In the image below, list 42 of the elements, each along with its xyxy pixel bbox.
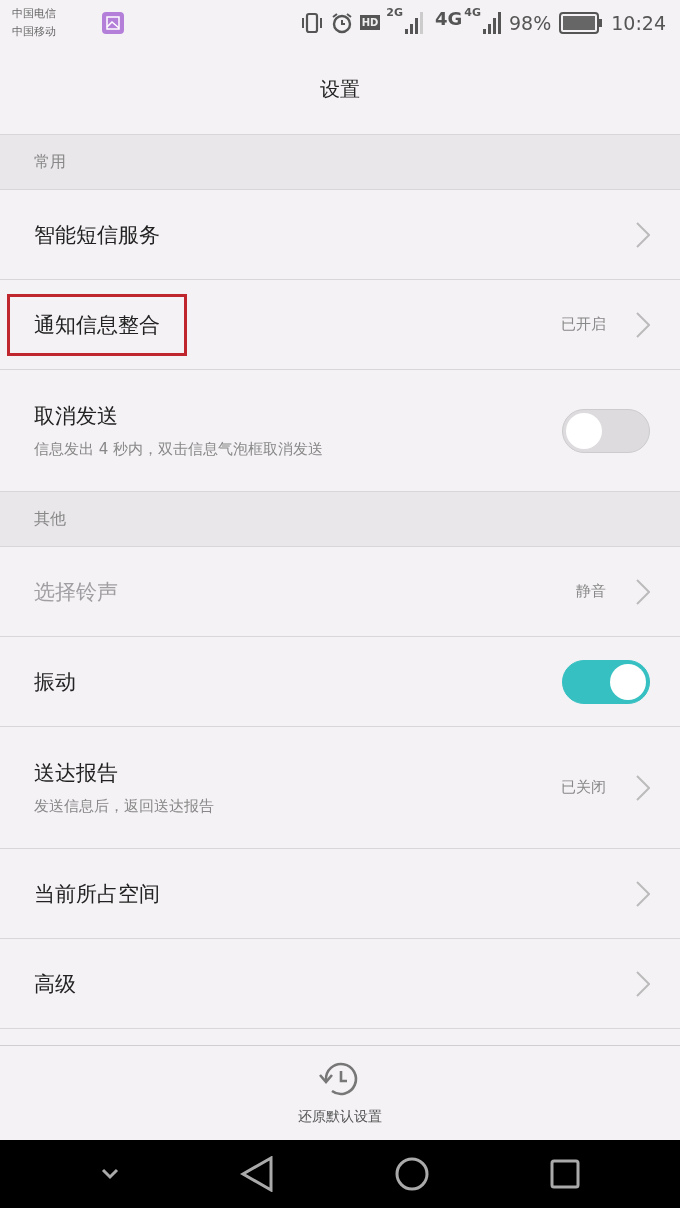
setting-description: 发送信息后，返回送达报告: [34, 797, 214, 816]
chevron-icon: [636, 311, 650, 338]
chevron-icon: [636, 578, 650, 605]
setting-label: 通知信息整合: [10, 296, 184, 353]
setting-label: 取消发送: [34, 403, 118, 430]
toggle-switch[interactable]: [562, 659, 650, 704]
setting-label: 振动: [34, 668, 76, 696]
carrier-name: 中国电信: [12, 5, 56, 22]
vibrate-icon: [299, 10, 324, 35]
network-type: 2G: [386, 6, 403, 19]
setting-description: 信息发出 4 秒内，双击信息气泡框取消发送: [34, 440, 324, 459]
network-type: 4G: [435, 8, 463, 29]
setting-value: 静音: [576, 582, 606, 601]
clock: 10:24: [611, 11, 666, 34]
setting-value: 已开启: [561, 315, 606, 334]
gallery-icon: [102, 11, 124, 34]
chevron-icon: [636, 880, 650, 907]
signal-icon: [483, 11, 501, 34]
setting-value: 已关闭: [561, 778, 606, 797]
battery-percent: 98%: [509, 11, 552, 34]
section-header: 常用: [0, 135, 680, 190]
chevron-icon: [636, 774, 650, 801]
setting-label: 当前所占空间: [34, 880, 160, 908]
signal-icon: [405, 11, 423, 34]
hide-nav-icon[interactable]: [100, 1168, 119, 1180]
restore-defaults-button[interactable]: 还原默认设置: [292, 1054, 388, 1132]
back-icon[interactable]: [239, 1156, 274, 1192]
setting-label: 智能短信服务: [34, 221, 160, 249]
network-type: 4G: [464, 6, 481, 19]
setting-label: 高级: [34, 970, 76, 998]
toggle-switch[interactable]: [562, 408, 650, 453]
home-icon[interactable]: [394, 1157, 429, 1191]
setting-label: 选择铃声: [34, 578, 118, 606]
carrier-name: 中国移动: [12, 23, 56, 40]
page-title: 设置: [320, 76, 360, 103]
hd-badge: HD: [359, 15, 381, 30]
chevron-icon: [636, 970, 650, 997]
recent-apps-icon[interactable]: [549, 1159, 580, 1189]
battery-icon: [559, 11, 604, 34]
setting-label: 送达报告: [34, 760, 118, 787]
chevron-icon: [636, 221, 650, 248]
section-header: 其他: [0, 492, 680, 547]
